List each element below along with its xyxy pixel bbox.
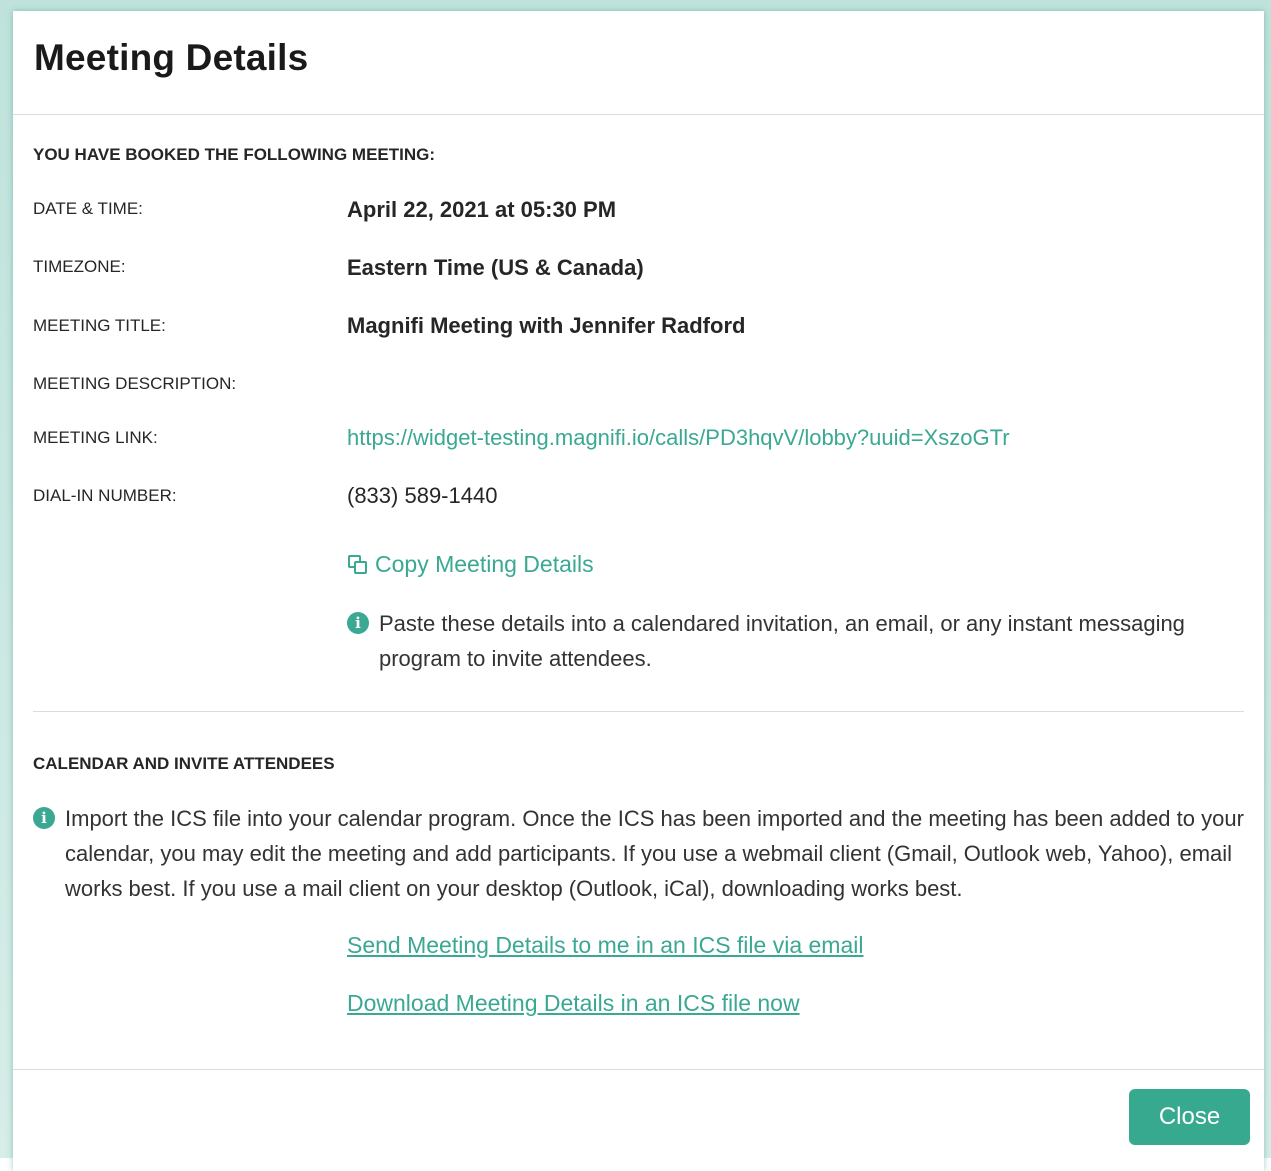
timezone-value: Eastern Time (US & Canada) — [347, 255, 644, 280]
close-button[interactable]: Close — [1129, 1089, 1250, 1145]
meeting-link[interactable]: https://widget-testing.magnifi.io/calls/… — [347, 425, 1010, 451]
meeting-description-label: MEETING DESCRIPTION: — [33, 374, 237, 393]
page-backdrop: Meeting Details YOU HAVE BOOKED THE FOLL… — [0, 0, 1271, 1171]
info-icon: i — [347, 612, 369, 634]
footer-divider — [13, 1069, 1264, 1070]
calendar-info-text: Import the ICS file into your calendar p… — [65, 806, 1244, 901]
copy-icon — [347, 554, 369, 576]
meeting-details-modal: Meeting Details YOU HAVE BOOKED THE FOLL… — [13, 11, 1264, 1171]
copy-meeting-details-label: Copy Meeting Details — [375, 551, 594, 577]
timezone-label: TIMEZONE: — [33, 257, 126, 276]
dial-in-label: DIAL-IN NUMBER: — [33, 486, 177, 505]
date-time-value: April 22, 2021 at 05:30 PM — [347, 197, 617, 222]
copy-hint-text: Paste these details into a calendared in… — [379, 611, 1185, 671]
dial-in-value: (833) 589-1440 — [347, 483, 498, 508]
meeting-title-label: MEETING TITLE: — [33, 316, 166, 335]
copy-meeting-details-button[interactable]: Copy Meeting Details — [347, 551, 594, 578]
meeting-link-label: MEETING LINK: — [33, 428, 158, 447]
calendar-heading: CALENDAR AND INVITE ATTENDEES — [33, 754, 335, 773]
date-time-label: DATE & TIME: — [33, 199, 143, 218]
modal-title: Meeting Details — [34, 37, 309, 78]
section-divider — [33, 711, 1244, 712]
send-ics-email-link[interactable]: Send Meeting Details to me in an ICS fil… — [347, 932, 863, 959]
info-icon: i — [33, 807, 55, 829]
download-ics-link[interactable]: Download Meeting Details in an ICS file … — [347, 990, 800, 1017]
copy-hint: i Paste these details into a calendared … — [347, 606, 1247, 676]
calendar-info: i Import the ICS file into your calendar… — [33, 801, 1245, 906]
booked-heading: YOU HAVE BOOKED THE FOLLOWING MEETING: — [33, 145, 436, 164]
modal-header: Meeting Details — [13, 11, 1264, 115]
meeting-title-value: Magnifi Meeting with Jennifer Radford — [347, 313, 746, 338]
